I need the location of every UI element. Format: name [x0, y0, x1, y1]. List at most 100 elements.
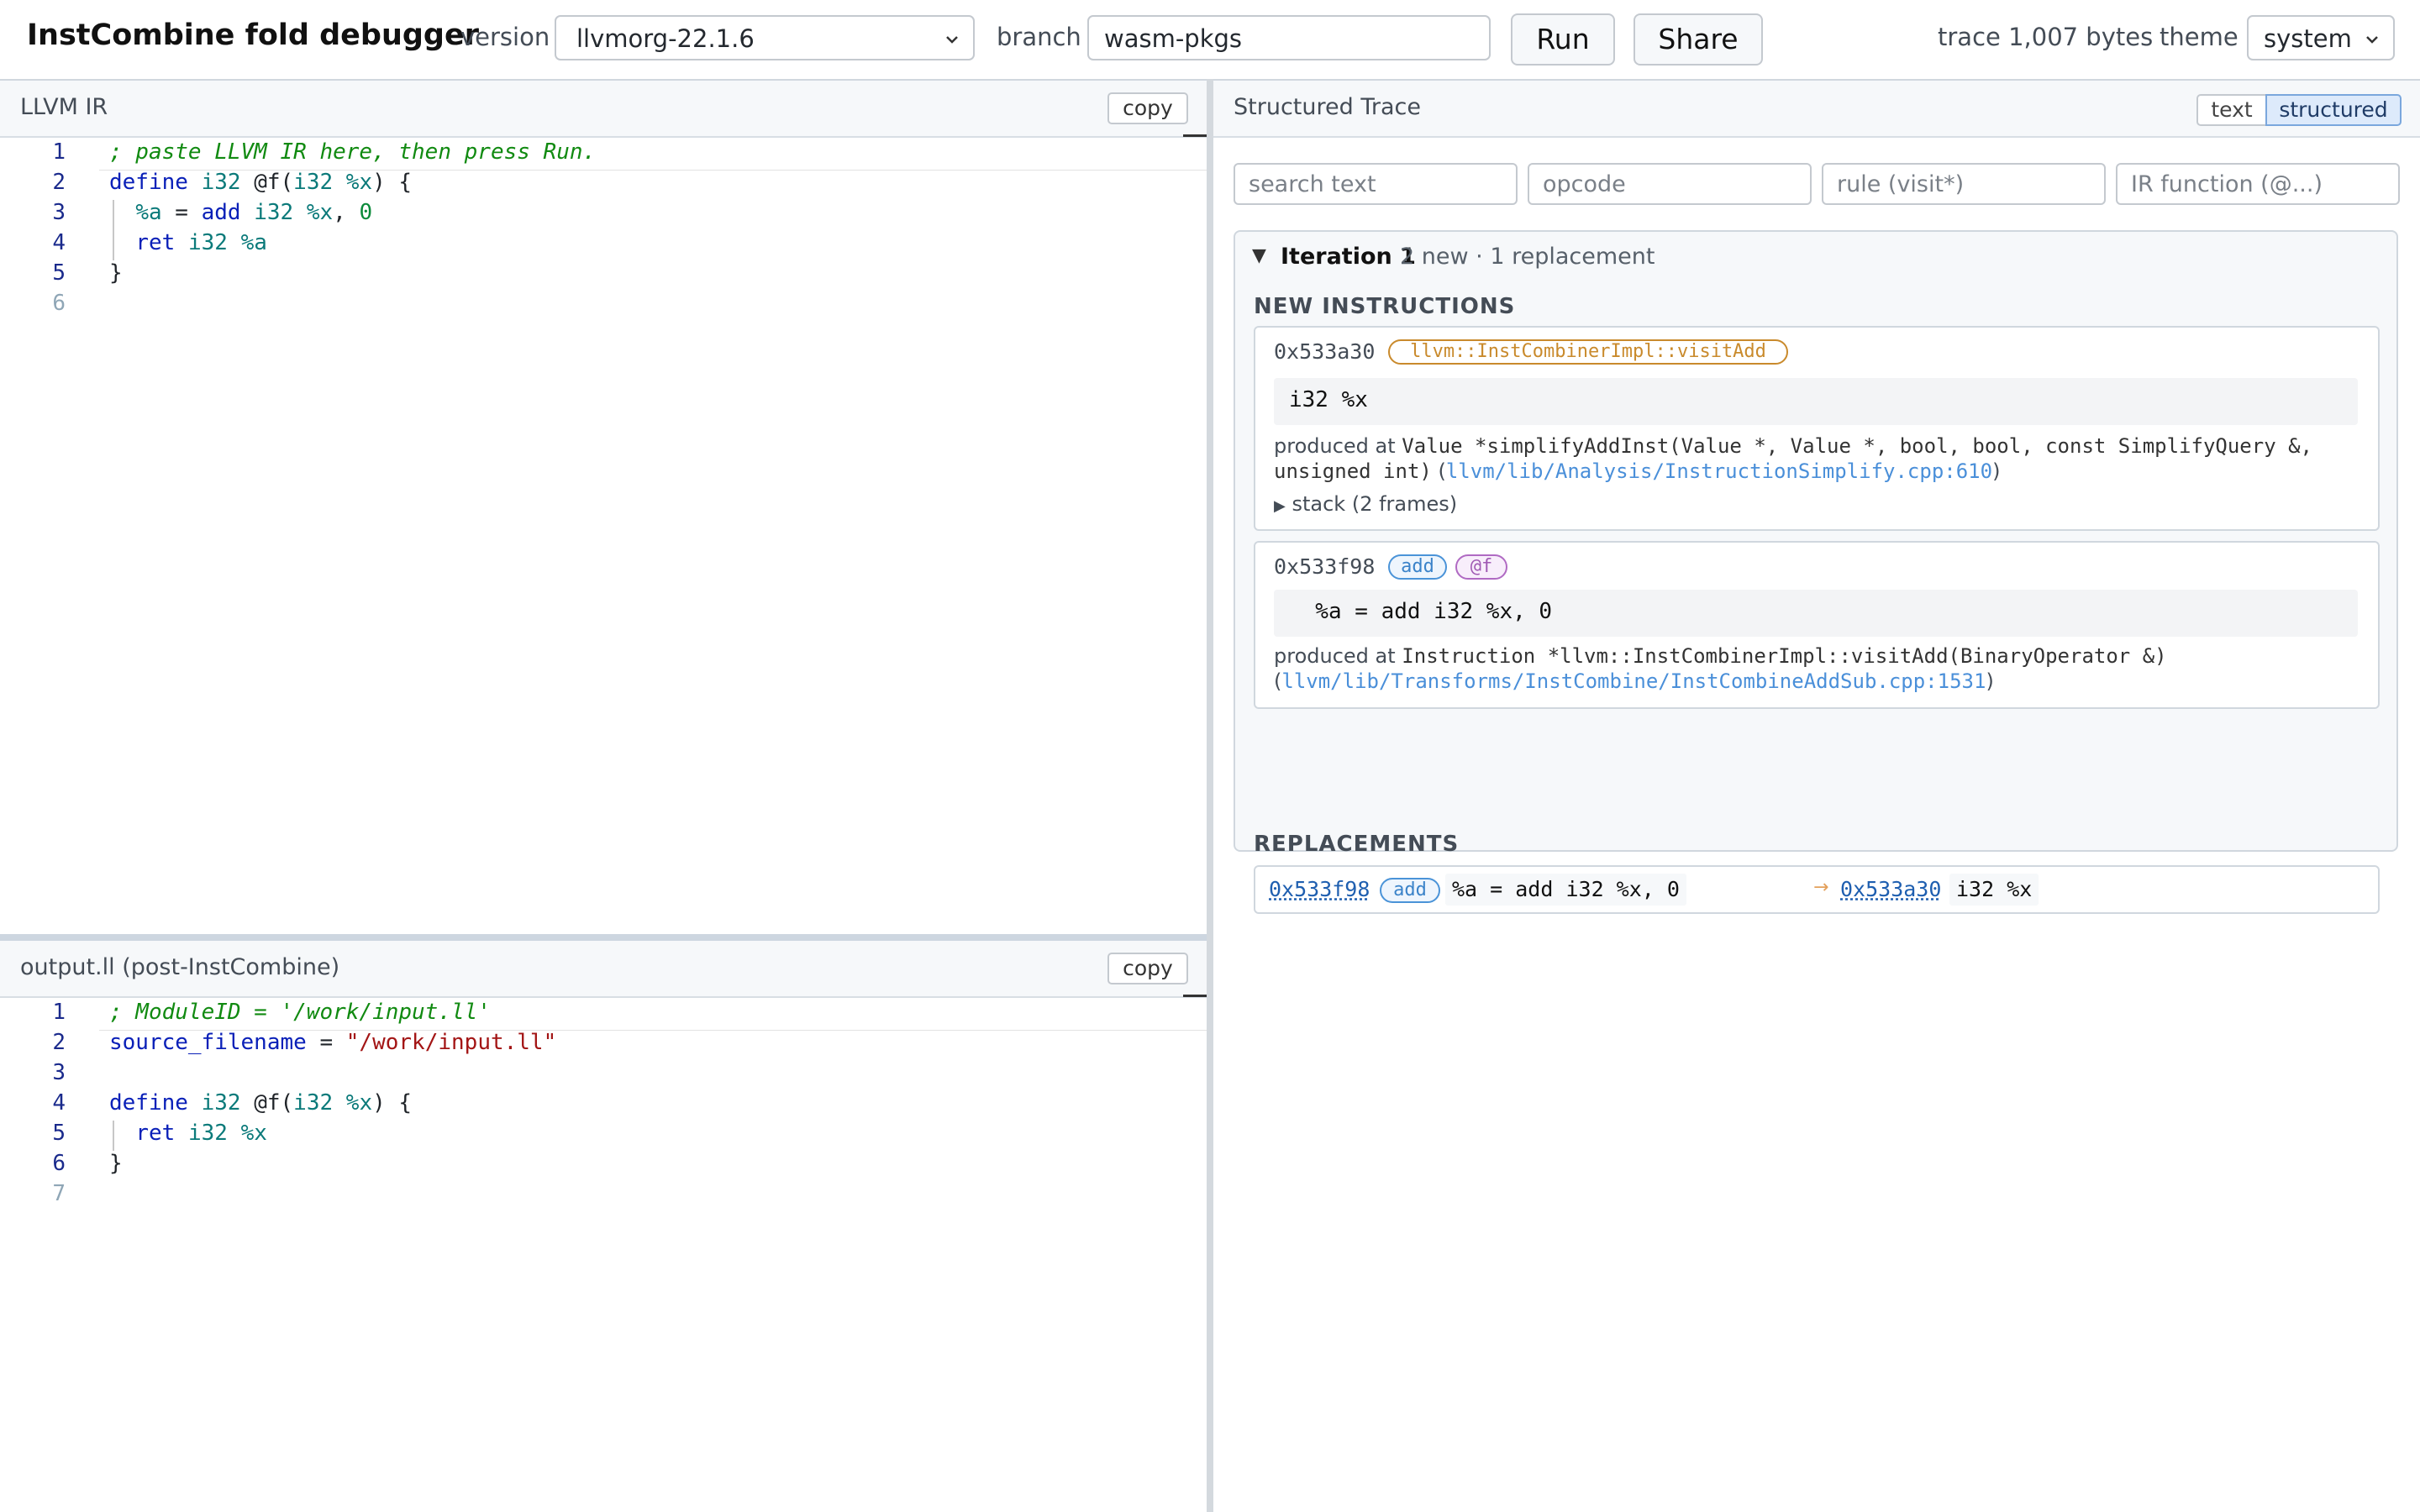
rule-placeholder: rule (visit*)	[1837, 171, 1965, 197]
instruction-code: i32 %x	[1274, 378, 2358, 425]
rule-filter[interactable]: rule (visit*)	[1822, 163, 2106, 205]
line-number: 4	[52, 1090, 66, 1116]
iteration-title[interactable]: Iteration 1	[1281, 244, 1416, 270]
line-number: 2	[52, 170, 66, 195]
line-content: source_filename = "/work/input.ll"	[109, 1030, 557, 1055]
iteration-group: ▼ Iteration 1 2 new · 1 replacement NEW …	[1234, 230, 2398, 914]
producer-signature: Instruction *llvm::InstCombinerImpl::vis…	[1402, 644, 2167, 668]
output-pane-toolbar: output.ll (post-InstCombine) copy	[0, 941, 1207, 998]
search-text-placeholder: search text	[1249, 171, 1376, 197]
line-number: 7	[52, 1181, 66, 1206]
ir-function-placeholder: IR function (@...)	[2131, 171, 2323, 197]
output-ir-pane: output.ll (post-InstCombine) copy 1 ; Mod…	[0, 941, 1207, 1512]
replacement-from-address[interactable]: 0x533f98	[1269, 877, 1370, 901]
line-number: 2	[52, 1030, 66, 1055]
source-location-link[interactable]: llvm/lib/Analysis/InstructionSimplify.cp…	[1446, 459, 1992, 483]
branch-label: branch	[997, 23, 1081, 51]
code-line: 3 %a = add i32 %x, 0	[0, 200, 1207, 230]
replacements-heading: REPLACEMENTS	[1254, 832, 1460, 857]
copy-output-button[interactable]: copy	[1107, 953, 1188, 984]
chevron-down-icon	[946, 36, 958, 44]
line-number: 1	[52, 139, 66, 165]
replacement-row: 0x533f98 add %a = add i32 %x, 0 → 0x533a…	[1254, 865, 2380, 914]
line-content: ret i32 %a	[135, 230, 267, 255]
instruction-code-text: %a = add i32 %x, 0	[1289, 599, 1553, 624]
output-pane-title: output.ll (post-InstCombine)	[20, 954, 340, 980]
view-toggle-text[interactable]: text	[2196, 94, 2267, 126]
stack-disclosure[interactable]: ▶ stack (2 frames)	[1274, 492, 1457, 516]
copy-input-button[interactable]: copy	[1107, 92, 1188, 124]
opcode-placeholder: opcode	[1543, 171, 1626, 197]
line-content: ; ModuleID = '/work/input.ll'	[109, 1000, 491, 1025]
line-number: 5	[52, 260, 66, 286]
theme-label: theme	[2160, 23, 2238, 51]
line-content: %a = add i32 %x, 0	[135, 200, 373, 225]
version-label: version	[460, 23, 550, 51]
code-line: 4 define i32 @f(i32 %x) {	[0, 1090, 1207, 1121]
ir-function-filter[interactable]: IR function (@...)	[2116, 163, 2400, 205]
opcode-filter[interactable]: opcode	[1528, 163, 1812, 205]
code-line: 1 ; paste LLVM IR here, then press Run.	[0, 139, 1207, 170]
app-title: InstCombine fold debugger	[27, 18, 479, 52]
line-number: 4	[52, 230, 66, 255]
code-line: 6}	[0, 1151, 1207, 1181]
trace-pane-toolbar: Structured Trace text structured	[1213, 81, 2420, 138]
vertical-splitter[interactable]	[1207, 79, 1213, 1512]
line-content: define i32 @f(i32 %x) {	[109, 1090, 413, 1116]
instruction-code-text: i32 %x	[1289, 387, 1368, 412]
new-instructions-heading: NEW INSTRUCTIONS	[1254, 294, 1516, 319]
search-text-filter[interactable]: search text	[1234, 163, 1518, 205]
editor-scroll-marker	[1183, 134, 1207, 137]
code-line: 2 define i32 @f(i32 %x) {	[0, 170, 1207, 200]
line-content: }	[109, 1151, 123, 1176]
produced-at-info: produced at Instruction *llvm::InstCombi…	[1274, 644, 2167, 693]
produced-at-label: produced at	[1274, 644, 1396, 668]
iteration-summary: 2 new · 1 replacement	[1400, 244, 1655, 270]
instruction-card: 0x533a30 llvm::InstCombinerImpl::visitAd…	[1254, 326, 2380, 531]
code-line: 5 ret i32 %x	[0, 1121, 1207, 1151]
trace-size-label: trace 1,007 bytes	[1938, 23, 2154, 51]
code-line: 7	[0, 1181, 1207, 1211]
code-line: 6	[0, 291, 1207, 321]
replacement-from-code: %a = add i32 %x, 0	[1445, 874, 1686, 906]
collapse-triangle-icon[interactable]: ▼	[1252, 245, 1266, 266]
version-select-value: llvmorg-22.1.6	[576, 24, 755, 53]
disclosure-triangle-icon: ▶	[1274, 497, 1286, 515]
function-tag: @f	[1455, 554, 1507, 580]
replacement-to-address[interactable]: 0x533a30	[1840, 877, 1941, 901]
line-number: 1	[52, 1000, 66, 1025]
instruction-address: 0x533f98	[1274, 554, 1376, 579]
line-content: ret i32 %x	[135, 1121, 267, 1146]
theme-select-value: system	[2264, 24, 2352, 53]
horizontal-splitter[interactable]	[0, 934, 1207, 941]
produced-at-info: produced at Value *simplifyAddInst(Value…	[1274, 434, 2312, 483]
replacement-arrow-icon: →	[1813, 877, 1829, 898]
produced-at-label: produced at	[1274, 434, 1396, 458]
top-toolbar: InstCombine fold debugger version llvmor…	[0, 0, 2420, 81]
structured-trace-pane: Structured Trace text structured search …	[1213, 81, 2420, 1512]
branch-input[interactable]: wasm-pkgs	[1087, 15, 1491, 60]
run-button[interactable]: Run	[1511, 13, 1615, 66]
code-line: 5}	[0, 260, 1207, 291]
rule-tag: llvm::InstCombinerImpl::visitAdd	[1388, 339, 1788, 365]
theme-select[interactable]: system	[2247, 15, 2395, 60]
replacement-to-code: i32 %x	[1949, 874, 2039, 906]
input-ir-pane: LLVM IR copy 1 ; paste LLVM IR here, then…	[0, 81, 1207, 934]
output-code-editor[interactable]: 1 ; ModuleID = '/work/input.ll' 2 source_fi…	[0, 995, 1207, 1512]
share-button[interactable]: Share	[1634, 13, 1763, 66]
instruction-address: 0x533a30	[1274, 339, 1376, 364]
line-number: 6	[52, 1151, 66, 1176]
view-toggle-structured[interactable]: structured	[2265, 94, 2402, 126]
input-pane-toolbar: LLVM IR copy	[0, 81, 1207, 138]
trace-pane-title: Structured Trace	[1234, 94, 1421, 120]
input-code-editor[interactable]: 1 ; paste LLVM IR here, then press Run. 2 d…	[0, 134, 1207, 934]
input-pane-title: LLVM IR	[20, 94, 108, 120]
source-location-link[interactable]: llvm/lib/Transforms/InstCombine/InstComb…	[1281, 669, 1986, 693]
opcode-tag: add	[1388, 554, 1447, 580]
opcode-tag: add	[1380, 878, 1440, 903]
version-select[interactable]: llvmorg-22.1.6	[555, 15, 975, 60]
line-content: ; paste LLVM IR here, then press Run.	[109, 139, 597, 165]
line-number: 3	[52, 200, 66, 225]
code-line: 4 ret i32 %a	[0, 230, 1207, 260]
line-content: define i32 @f(i32 %x) {	[109, 170, 413, 195]
